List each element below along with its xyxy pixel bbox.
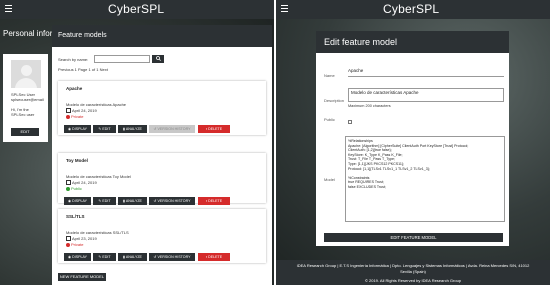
description-field[interactable]: Modelo de características Apache	[348, 88, 504, 102]
search-icon	[155, 56, 161, 61]
card-visibility-row: Public	[66, 186, 82, 191]
card-date: April 24, 2019	[72, 180, 97, 185]
card-date: April 23, 2019	[72, 236, 97, 241]
avatar-head	[21, 65, 32, 76]
edit-button[interactable]: ✎ EDIT	[93, 253, 116, 261]
profile-email: splsecuser@email	[11, 97, 44, 102]
card-visibility: Private	[71, 242, 84, 247]
description-label: Description	[324, 98, 345, 103]
card-date-row: April 24, 2019	[66, 180, 97, 186]
display-button[interactable]: ◉ DISPLAY	[64, 197, 91, 205]
public-checkbox[interactable]	[348, 120, 352, 124]
card-name: Apache	[66, 86, 83, 91]
avatar	[11, 60, 41, 88]
analyze-button[interactable]: ▮ ANALYZE	[118, 125, 147, 133]
card-visibility: Public	[71, 186, 82, 191]
card-date-row: April 24, 2019	[66, 108, 97, 114]
card-visibility-row: Private	[66, 114, 83, 119]
delete-button[interactable]: ▪ DELETE	[198, 125, 230, 133]
search-label: Search by name:	[58, 57, 89, 62]
card-description: Modelo de características Toy Model	[66, 174, 131, 179]
analyze-label: ANALYZE	[125, 127, 142, 131]
calendar-icon	[66, 108, 71, 114]
delete-label: DELETE	[208, 127, 223, 131]
lock-icon	[66, 242, 70, 247]
delete-button[interactable]: ▪ DELETE	[198, 253, 230, 261]
delete-button[interactable]: ▪ DELETE	[198, 197, 230, 205]
new-feature-model-button[interactable]: NEW FEATURE MODEL	[58, 273, 106, 281]
top-app-bar: CyberSPL	[276, 0, 550, 19]
edit-feature-model-form: Edit feature model Name Apache Descripti…	[316, 31, 509, 246]
menu-icon[interactable]	[5, 5, 12, 12]
app-title: CyberSPL	[108, 2, 165, 16]
public-label: Public	[324, 117, 335, 122]
card-date: April 24, 2019	[72, 108, 97, 113]
card-name: Toy Model	[66, 158, 88, 163]
form-title: Edit feature model	[316, 31, 509, 53]
display-label: DISPLAY	[72, 127, 88, 131]
edit-feature-model-button[interactable]: EDIT FEATURE MODEL	[324, 233, 503, 242]
version-history-button[interactable]: ↺ VERSION HISTORY	[149, 253, 195, 261]
description-help: Maximum 200 characters	[348, 104, 391, 108]
search-button[interactable]	[152, 55, 164, 63]
card-visibility: Private	[71, 114, 84, 119]
edit-button[interactable]: ✎ EDIT	[93, 197, 116, 205]
left-window: CyberSPL Personal information SPLSec Use…	[0, 0, 274, 285]
analyze-button[interactable]: ▮ ANALYZE	[118, 253, 147, 261]
profile-edit-button[interactable]: EDIT	[11, 128, 39, 136]
calendar-icon	[66, 236, 71, 242]
profile-title: Personal information	[3, 29, 53, 38]
footer: IDEA Research Group | E.T.S Ingeniería I…	[276, 260, 550, 285]
edit-label: EDIT	[102, 127, 111, 131]
analyze-label: ANALYZE	[125, 255, 142, 259]
name-field[interactable]: Apache	[348, 68, 504, 77]
pagination[interactable]: Previous 1 Page 1 of 1 Next	[58, 67, 108, 72]
display-label: DISPLAY	[72, 255, 88, 259]
analyze-label: ANALYZE	[125, 199, 142, 203]
footer-address: IDEA Research Group | E.T.S Ingeniería I…	[296, 263, 530, 268]
delete-label: DELETE	[208, 199, 223, 203]
feature-model-card: Toy Model Modelo de características Toy …	[58, 153, 266, 205]
right-window: CyberSPL Edit feature model Name Apache …	[276, 0, 550, 285]
version-history-label: VERSION HISTORY	[157, 199, 191, 203]
model-label: Model	[324, 177, 335, 182]
card-description: Modelo de características Apache	[66, 102, 127, 107]
card-description: Modelo de características SSL/TLS	[66, 230, 129, 235]
version-history-label: VERSION HISTORY	[157, 127, 191, 131]
card-name: SSL/TLS	[66, 214, 85, 219]
profile-bio-2: SPLSec user	[11, 112, 35, 117]
edit-label: EDIT	[102, 199, 111, 203]
edit-button[interactable]: ✎ EDIT	[93, 125, 116, 133]
display-label: DISPLAY	[72, 199, 88, 203]
footer-city: Sevilla (Spain)	[400, 269, 426, 274]
version-history-label: VERSION HISTORY	[157, 255, 191, 259]
profile-card: SPLSec User splsecuser@email Hi, I'm the…	[3, 54, 48, 142]
delete-label: DELETE	[208, 255, 223, 259]
menu-icon[interactable]	[281, 5, 288, 12]
card-date-row: April 23, 2019	[66, 236, 97, 242]
display-button[interactable]: ◉ DISPLAY	[64, 253, 91, 261]
calendar-icon	[66, 180, 71, 186]
panel-title: Feature models	[52, 25, 272, 47]
footer-copyright: © 2019. All Rights Reserved by IDEA Rese…	[364, 278, 462, 283]
model-textarea[interactable]: %Relationships Apache: [Algorithm] [Ciph…	[345, 136, 505, 222]
version-history-button[interactable]: ↺ VERSION HISTORY	[149, 197, 195, 205]
feature-model-card: SSL/TLS Modelo de características SSL/TL…	[58, 209, 266, 263]
app-title: CyberSPL	[383, 2, 440, 16]
avatar-torso	[15, 78, 37, 88]
name-label: Name	[324, 73, 335, 78]
edit-label: EDIT	[102, 255, 111, 259]
search-input[interactable]	[94, 55, 150, 63]
card-visibility-row: Private	[66, 242, 83, 247]
feature-model-card: Apache Modelo de características Apache …	[58, 81, 266, 135]
analyze-button[interactable]: ▮ ANALYZE	[118, 197, 147, 205]
display-button[interactable]: ◉ DISPLAY	[64, 125, 91, 133]
top-app-bar: CyberSPL	[0, 0, 274, 19]
version-history-button[interactable]: ↺ VERSION HISTORY	[149, 125, 195, 133]
globe-icon	[66, 186, 70, 191]
feature-models-panel: Feature models Search by name: Previous …	[52, 25, 272, 285]
lock-icon	[66, 114, 70, 119]
